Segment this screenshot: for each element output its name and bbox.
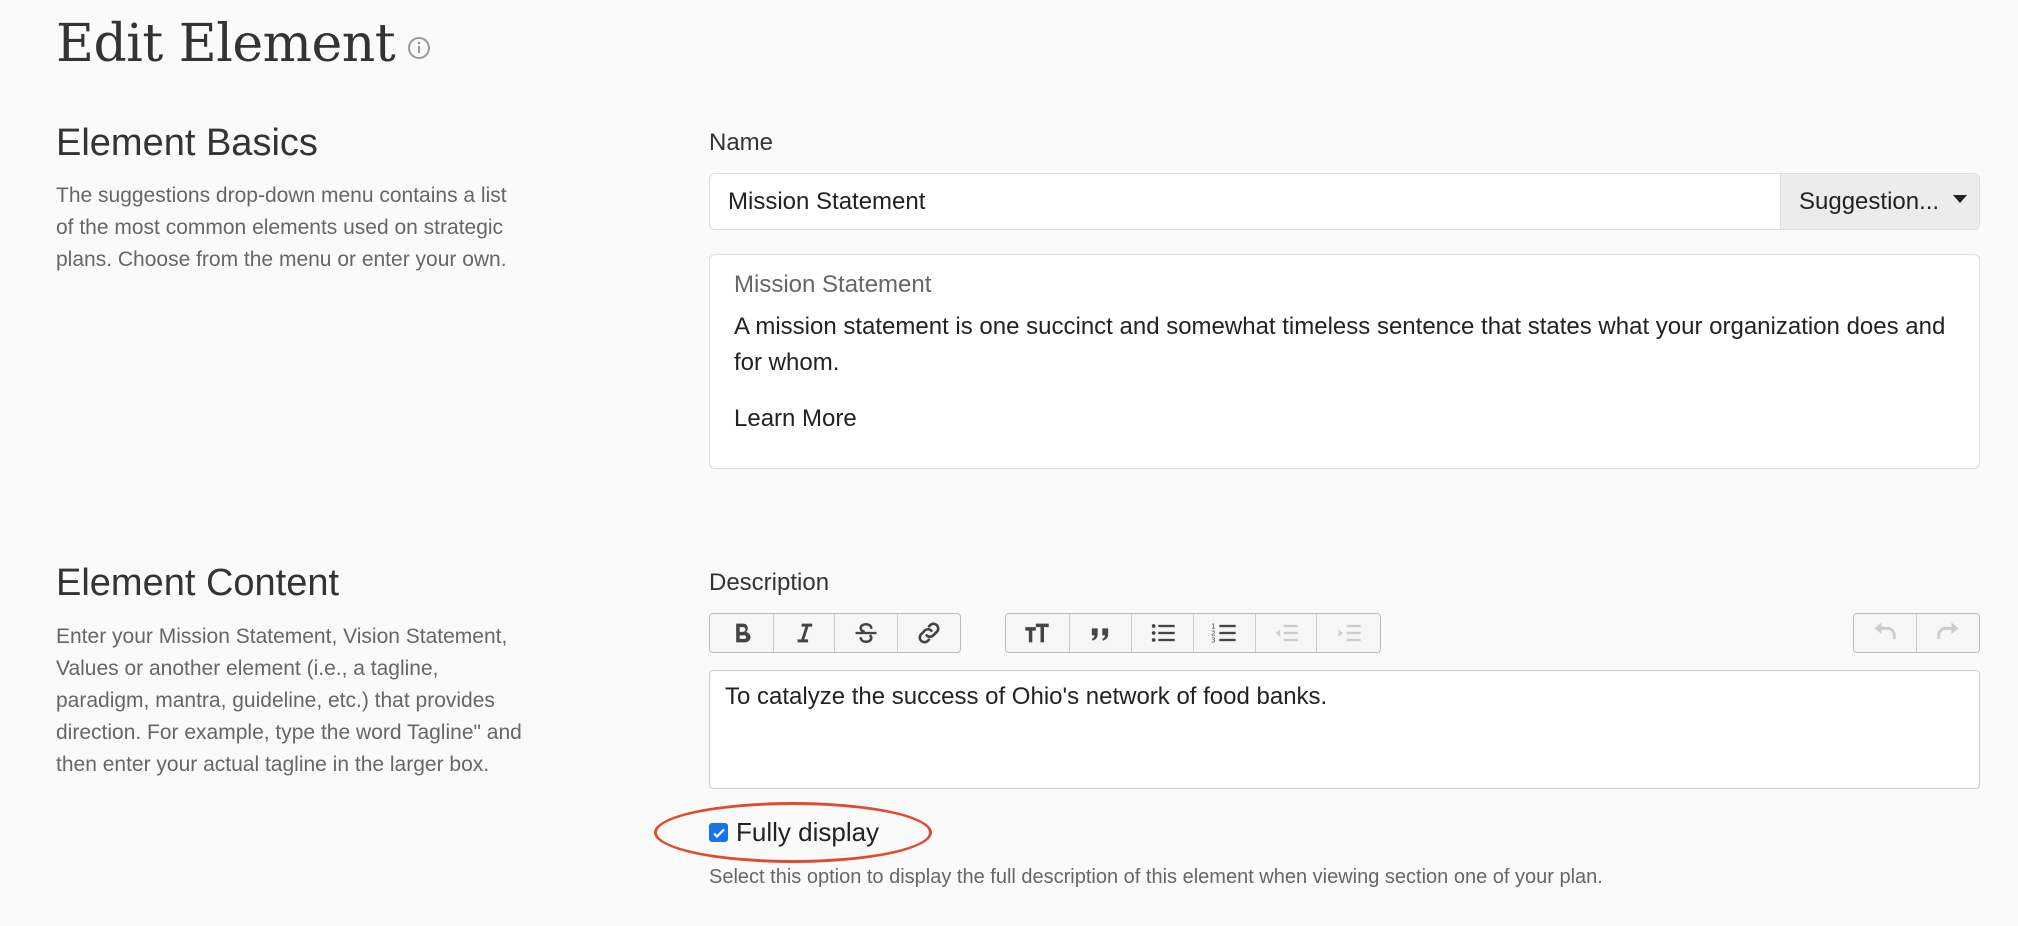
page-title: Edit Element bbox=[56, 14, 431, 74]
chevron-down-icon bbox=[1953, 194, 1968, 203]
link-icon bbox=[918, 622, 940, 644]
name-input-group: Suggestion... bbox=[709, 173, 1980, 230]
redo-icon bbox=[1937, 622, 1959, 639]
checkmark-icon bbox=[712, 828, 725, 838]
indent-icon bbox=[1338, 624, 1361, 642]
format-toolbar bbox=[709, 613, 961, 653]
redo-button[interactable] bbox=[1917, 614, 1979, 652]
numbered-list-icon: 123 bbox=[1211, 622, 1236, 644]
undo-icon bbox=[1874, 622, 1896, 639]
italic-icon bbox=[797, 623, 813, 643]
heading-icon bbox=[1025, 623, 1049, 643]
history-toolbar bbox=[1853, 613, 1980, 653]
strikethrough-icon bbox=[855, 622, 877, 644]
italic-button[interactable] bbox=[774, 614, 835, 652]
content-section-description: Enter your Mission Statement, Vision Sta… bbox=[56, 625, 522, 776]
card-body: A mission statement is one succinct and … bbox=[734, 313, 1946, 376]
outdent-icon bbox=[1275, 624, 1298, 642]
basics-section-title: Element Basics bbox=[56, 122, 318, 164]
link-button[interactable] bbox=[898, 614, 960, 652]
numbered-list-button[interactable]: 123 bbox=[1194, 614, 1256, 652]
name-input[interactable] bbox=[709, 173, 1780, 230]
outdent-button[interactable] bbox=[1255, 614, 1318, 652]
block-toolbar: 123 bbox=[1005, 613, 1381, 653]
card-title: Mission Statement bbox=[734, 271, 932, 298]
fully-display-help-text: Select this option to display the full d… bbox=[709, 866, 1603, 888]
fully-display-checkbox[interactable] bbox=[709, 823, 728, 842]
indent-button[interactable] bbox=[1317, 614, 1380, 652]
bullet-list-icon bbox=[1151, 624, 1175, 642]
page-title-text: Edit Element bbox=[56, 14, 396, 74]
suggestions-label: Suggestion... bbox=[1799, 187, 1940, 215]
fully-display-option: Fully display bbox=[709, 817, 879, 848]
quote-button[interactable] bbox=[1069, 614, 1133, 652]
svg-text:3: 3 bbox=[1211, 636, 1215, 644]
content-section-title: Element Content bbox=[56, 562, 340, 604]
quote-icon bbox=[1092, 628, 1109, 641]
bullet-list-button[interactable] bbox=[1132, 614, 1194, 652]
suggestion-info-card: Mission Statement A mission statement is… bbox=[709, 254, 1980, 469]
suggestions-dropdown-button[interactable]: Suggestion... bbox=[1780, 173, 1980, 230]
name-label: Name bbox=[709, 129, 774, 156]
strikethrough-button[interactable] bbox=[835, 614, 898, 652]
heading-button[interactable] bbox=[1006, 614, 1070, 652]
fully-display-label[interactable]: Fully display bbox=[736, 817, 879, 848]
bold-icon bbox=[735, 623, 750, 643]
description-editor[interactable]: To catalyze the success of Ohio's networ… bbox=[709, 670, 1980, 789]
bold-button[interactable] bbox=[710, 614, 774, 652]
undo-button[interactable] bbox=[1854, 614, 1917, 652]
info-icon[interactable] bbox=[407, 36, 431, 60]
basics-section-description: The suggestions drop-down menu contains … bbox=[56, 184, 507, 271]
learn-more-link[interactable]: Learn More bbox=[734, 405, 857, 433]
description-label: Description bbox=[709, 569, 830, 596]
